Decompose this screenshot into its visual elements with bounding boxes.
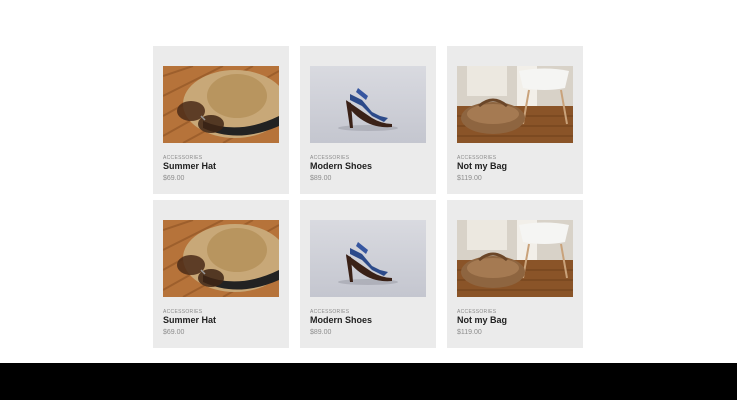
product-price: $119.00 <box>457 175 482 182</box>
product-card[interactable]: Accessories Summer Hat $69.00 <box>153 200 289 348</box>
product-title[interactable]: Not my Bag <box>457 161 507 171</box>
product-card[interactable]: Accessories Not my Bag $119.00 <box>447 46 583 194</box>
shoe-image[interactable] <box>310 66 426 143</box>
product-price: $89.00 <box>310 329 332 336</box>
product-price: $69.00 <box>163 329 185 336</box>
product-price: $89.00 <box>310 175 332 182</box>
product-title[interactable]: Not my Bag <box>457 315 507 325</box>
hat-image[interactable] <box>163 66 279 143</box>
product-card[interactable]: Accessories Modern Shoes $89.00 <box>300 46 436 194</box>
bag-image[interactable] <box>457 220 573 297</box>
bag-image[interactable] <box>457 66 573 143</box>
product-card[interactable]: Accessories Modern Shoes $89.00 <box>300 200 436 348</box>
product-title[interactable]: Summer Hat <box>163 161 216 171</box>
shoe-image[interactable] <box>310 220 426 297</box>
hat-image[interactable] <box>163 220 279 297</box>
product-price: $69.00 <box>163 175 185 182</box>
product-card[interactable]: Accessories Summer Hat $69.00 <box>153 46 289 194</box>
product-title[interactable]: Summer Hat <box>163 315 216 325</box>
footer-bar <box>0 363 737 400</box>
product-title[interactable]: Modern Shoes <box>310 315 372 325</box>
product-title[interactable]: Modern Shoes <box>310 161 372 171</box>
product-price: $119.00 <box>457 329 482 336</box>
product-card[interactable]: Accessories Not my Bag $119.00 <box>447 200 583 348</box>
